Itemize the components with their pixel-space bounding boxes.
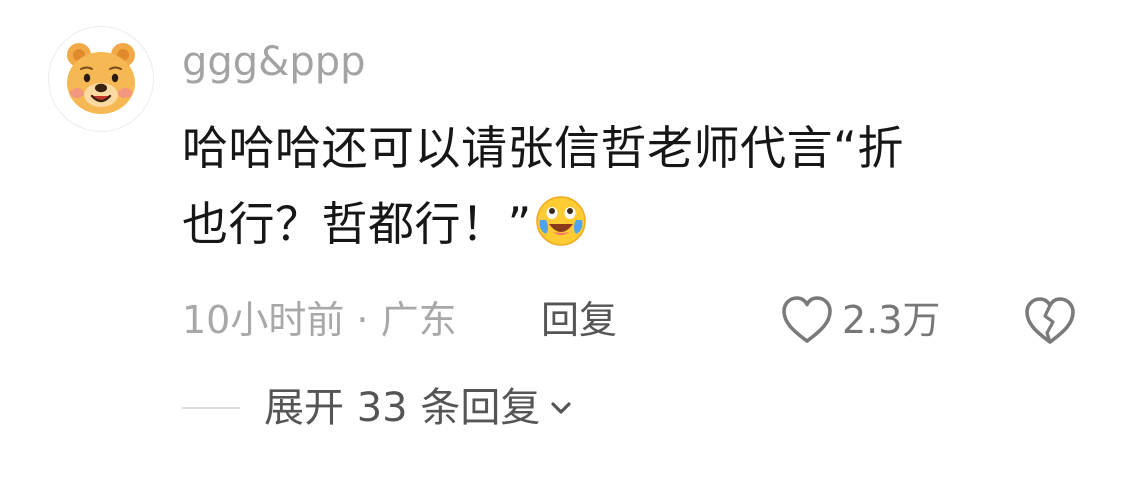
username[interactable]: ggg&ppp	[182, 36, 366, 88]
dislike-button[interactable]	[1022, 292, 1078, 348]
comment-text-line-1: 哈哈哈还可以请张信哲老师代言“折	[182, 121, 904, 175]
comment-text: 哈哈哈还可以请张信哲老师代言“折 也行？哲都行！”	[182, 110, 1082, 262]
comment-text-line-2: 也行？哲都行！”	[182, 186, 1082, 262]
expand-replies-label: 展开 33 条回复	[264, 385, 541, 431]
winnie-the-pooh-avatar-icon	[67, 43, 135, 114]
broken-heart-icon	[1025, 297, 1075, 344]
reply-button[interactable]: 回复	[541, 292, 617, 348]
like-button[interactable]: 2.3万	[780, 290, 940, 350]
expand-replies-button[interactable]: 展开 33 条回复	[264, 380, 576, 436]
comment-item: ggg&ppp 哈哈哈还可以请张信哲老师代言“折 也行？哲都行！” 10小时前 …	[0, 0, 1125, 481]
crying-laughing-emoji-icon	[536, 196, 586, 246]
like-count: 2.3万	[842, 298, 941, 342]
heart-outline-icon	[782, 296, 832, 343]
avatar[interactable]	[48, 26, 154, 132]
comment-meta: 10小时前 · 广东	[182, 298, 457, 342]
divider	[182, 407, 240, 409]
comment-text-line-2-text: 也行？哲都行！”	[182, 197, 532, 251]
expand-replies: 展开 33 条回复	[182, 378, 576, 438]
chevron-down-icon	[551, 402, 571, 414]
